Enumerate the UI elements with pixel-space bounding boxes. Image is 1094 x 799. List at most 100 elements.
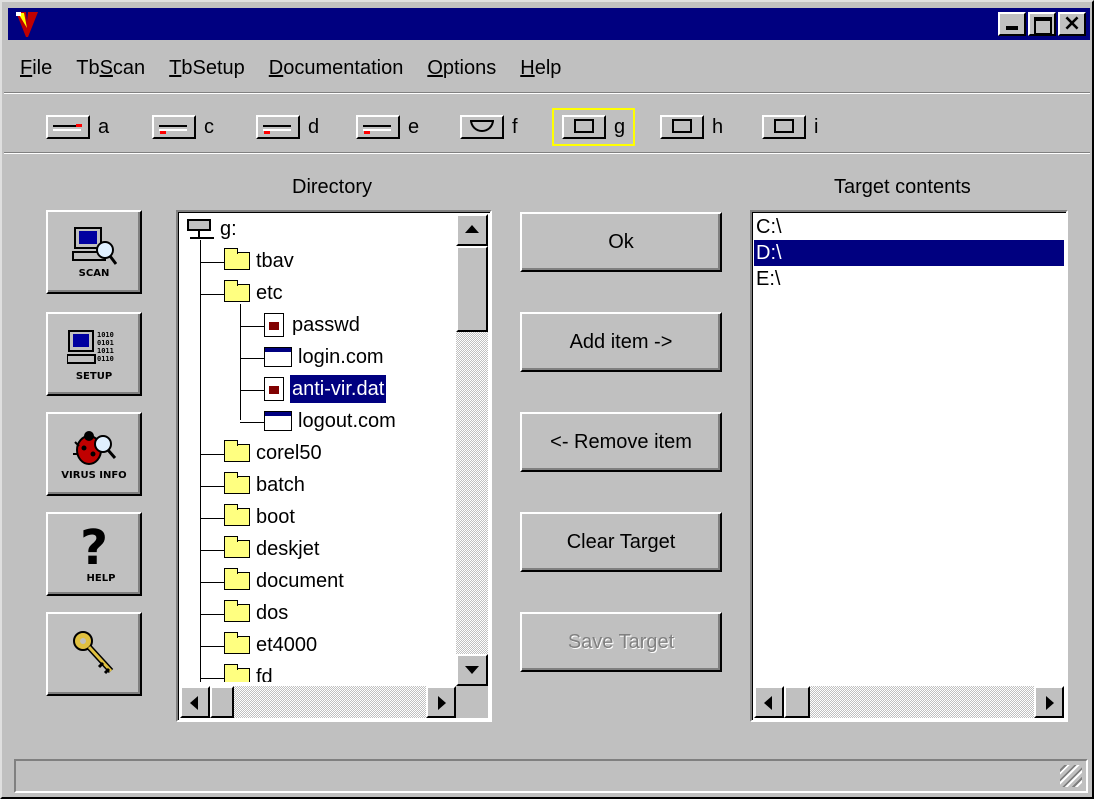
scan-button[interactable]: SCAN xyxy=(46,210,142,294)
tree-item-anti-vir-dat[interactable]: anti-vir.dat xyxy=(264,374,387,404)
close-button[interactable]: × xyxy=(1058,12,1086,36)
tree-horizontal-scrollbar[interactable] xyxy=(180,686,456,718)
drive-letter: f xyxy=(512,115,518,138)
setup-button[interactable]: 1010 0101 1011 0110 SETUP xyxy=(46,312,142,396)
data-file-icon xyxy=(264,313,284,337)
tree-item-login-com[interactable]: login.com xyxy=(264,342,386,372)
menu-accelerator: H xyxy=(520,57,535,79)
tree-item-label: passwd xyxy=(292,314,360,336)
target-scroll-left-button[interactable] xyxy=(754,686,784,718)
tree-root-label: g: xyxy=(220,218,237,240)
tree-item-dos[interactable]: dos xyxy=(224,598,290,628)
target-horizontal-scrollbar[interactable] xyxy=(754,686,1064,718)
target-item[interactable]: E:\ xyxy=(754,266,1064,292)
drive-letter: d xyxy=(308,115,320,138)
target-item[interactable]: D:\ xyxy=(754,240,1064,266)
menu-text: ptions xyxy=(442,57,497,79)
tree-vertical-scrollbar[interactable] xyxy=(456,214,488,686)
data-file-icon xyxy=(264,377,284,401)
computer-setup-icon: 1010 0101 1011 0110 xyxy=(67,329,114,364)
drive-letter: e xyxy=(408,115,420,138)
drive-h-button[interactable]: h xyxy=(660,108,723,146)
tree-line xyxy=(200,240,201,682)
tree-root[interactable]: g: xyxy=(186,214,239,244)
menu-tbscan[interactable]: TbScan xyxy=(64,54,157,86)
menu-tbsetup[interactable]: TbSetup xyxy=(157,54,257,86)
tree-item-label: batch xyxy=(256,474,305,496)
menu-options[interactable]: Options xyxy=(415,54,508,86)
tree-item-et4000[interactable]: et4000 xyxy=(224,630,319,660)
folder-icon xyxy=(224,248,250,270)
tree-item-deskjet[interactable]: deskjet xyxy=(224,534,321,564)
svg-text:1011: 1011 xyxy=(97,347,114,355)
led xyxy=(364,131,370,134)
folder-icon xyxy=(224,472,250,494)
tree-item-etc[interactable]: etc xyxy=(224,278,285,308)
tree-scroll-thumb[interactable] xyxy=(456,246,488,332)
help-button[interactable]: ? HELP xyxy=(46,512,142,596)
resize-grip-icon[interactable] xyxy=(1060,765,1082,787)
tree-item-corel50[interactable]: corel50 xyxy=(224,438,324,468)
menu-text: Tb xyxy=(76,57,100,79)
drive-f-button[interactable]: f xyxy=(460,108,518,146)
tree-scroll-up-button[interactable] xyxy=(456,214,488,246)
tree-item-logout-com[interactable]: logout.com xyxy=(264,406,398,436)
menu-help[interactable]: Help xyxy=(508,54,573,86)
drive-e-button[interactable]: e xyxy=(356,108,419,146)
menu-text: bSetup xyxy=(181,57,245,79)
tbav-logo-icon xyxy=(16,12,38,37)
title-bar[interactable]: × xyxy=(8,8,1090,40)
menu-text: ocumentation xyxy=(283,57,404,79)
drive-g-button[interactable]: g xyxy=(552,108,636,146)
tree-line xyxy=(240,422,264,423)
drive-c-button[interactable]: c xyxy=(152,108,214,146)
target-contents-list[interactable]: C:\ D:\ E:\ xyxy=(750,210,1068,722)
keys-icon xyxy=(73,631,114,675)
tree-scroll-right-button[interactable] xyxy=(426,686,456,718)
menu-bar: File TbScan TbSetup Documentation Options Hel… xyxy=(8,54,573,86)
tree-line xyxy=(200,678,224,679)
target-item[interactable]: C:\ xyxy=(754,214,1064,240)
tree-item-label: corel50 xyxy=(256,442,322,464)
target-scroll-right-button[interactable] xyxy=(1034,686,1064,718)
tree-scroll-down-button[interactable] xyxy=(456,654,488,686)
menu-file[interactable]: File xyxy=(8,54,64,86)
directory-tree[interactable]: g: tbav etc passwd login.com anti-vir.dat logo… xyxy=(176,210,492,722)
target-hscroll-thumb[interactable] xyxy=(784,686,810,718)
ok-button[interactable]: Ok xyxy=(520,212,722,272)
tree-item-passwd[interactable]: passwd xyxy=(264,310,362,340)
tree-line xyxy=(200,454,224,455)
drive-a-button[interactable]: a xyxy=(46,108,109,146)
tree-scroll-left-button[interactable] xyxy=(180,686,210,718)
tree-item-boot[interactable]: boot xyxy=(224,502,297,532)
drive-letter: c xyxy=(204,115,214,138)
drive-d-button[interactable]: d xyxy=(256,108,319,146)
tree-line xyxy=(240,390,264,391)
tree-item-document[interactable]: document xyxy=(224,566,346,596)
drive-letter: a xyxy=(98,115,110,138)
menu-documentation[interactable]: Documentation xyxy=(257,54,416,86)
maximize-button[interactable] xyxy=(1028,12,1056,36)
tree-hscroll-thumb[interactable] xyxy=(210,686,234,718)
add-item-button[interactable]: Add item -> xyxy=(520,312,722,372)
tree-item-batch[interactable]: batch xyxy=(224,470,307,500)
virus-info-button[interactable]: VIRUS INFO xyxy=(46,412,142,496)
drive-i-button[interactable]: i xyxy=(762,108,818,146)
remove-item-button[interactable]: <- Remove item xyxy=(520,412,722,472)
led xyxy=(264,131,270,134)
save-target-button[interactable]: Save Target xyxy=(520,612,722,672)
keys-button[interactable] xyxy=(46,612,142,696)
tree-item-label: document xyxy=(256,570,344,592)
clear-target-button[interactable]: Clear Target xyxy=(520,512,722,572)
hard-drive-icon xyxy=(256,115,300,139)
tree-line xyxy=(200,486,224,487)
folder-icon xyxy=(224,568,250,590)
scroll-corner xyxy=(456,686,488,718)
net-box xyxy=(672,119,692,133)
minimize-button[interactable] xyxy=(998,12,1026,36)
tree-item-tbav[interactable]: tbav xyxy=(224,246,296,276)
setup-caption: SETUP xyxy=(75,370,113,382)
tree-item-label: deskjet xyxy=(256,538,320,560)
tree-item-fd[interactable]: fd xyxy=(224,662,275,682)
menu-accelerator: T xyxy=(169,57,182,79)
